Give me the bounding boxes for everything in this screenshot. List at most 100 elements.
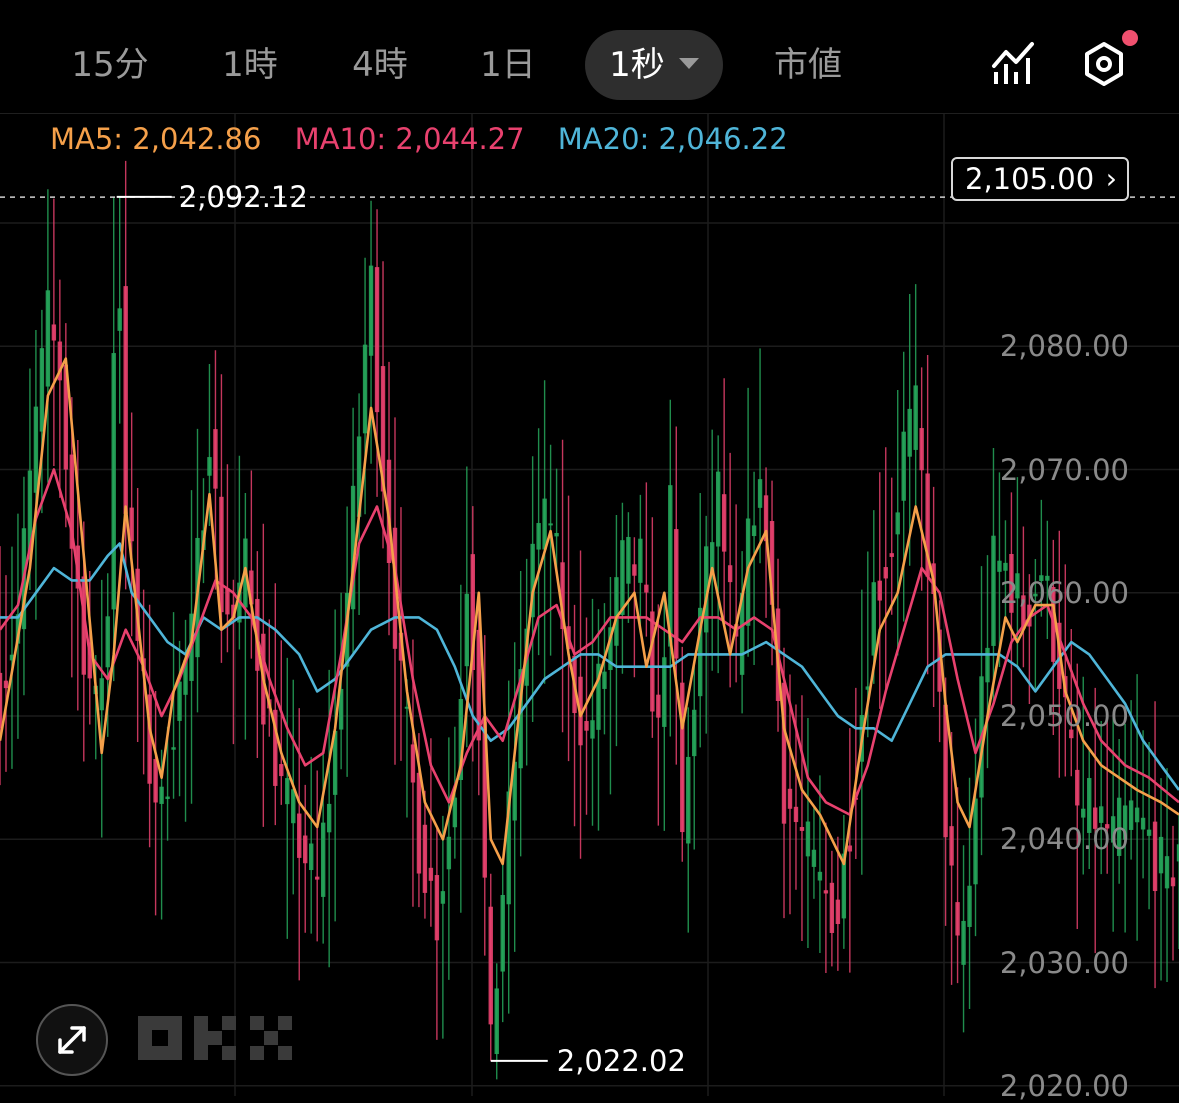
- candle-body: [309, 843, 314, 871]
- tab-1hour[interactable]: 1時: [200, 30, 300, 100]
- indicator-chart-icon[interactable]: [990, 40, 1038, 88]
- candle-body: [949, 826, 954, 866]
- timeframe-toolbar: 15分 1時 4時 1日 1秒 市値: [0, 0, 1179, 114]
- candle-body: [39, 348, 45, 432]
- candle-body: [494, 988, 499, 1055]
- candle-body: [883, 567, 888, 579]
- candle-body: [1152, 821, 1158, 892]
- candle-body: [877, 580, 882, 601]
- candle-body: [727, 565, 733, 583]
- expand-button[interactable]: [36, 1004, 108, 1076]
- candle-body: [213, 429, 218, 489]
- candle-body: [1128, 800, 1134, 830]
- candle-body: [991, 535, 996, 646]
- candle-body: [554, 532, 559, 537]
- candle-body: [159, 786, 164, 804]
- candle-body: [823, 890, 829, 894]
- candle-body: [488, 906, 493, 1025]
- current-price-value: 2,105.00: [965, 162, 1095, 196]
- candle-body: [811, 849, 817, 867]
- candle-body: [985, 647, 990, 683]
- y-tick-label: 2,020.00: [999, 1068, 1129, 1103]
- ma5-line: [0, 357, 1179, 866]
- candle-body: [715, 471, 721, 547]
- candle-body: [751, 525, 757, 537]
- y-tick-label: 2,070.00: [999, 452, 1129, 487]
- candle-body: [1098, 806, 1104, 823]
- candle-body: [638, 538, 643, 583]
- candle-body: [303, 835, 308, 864]
- notification-dot: [1122, 30, 1138, 46]
- max-price-label: 2,092.12: [178, 179, 308, 214]
- candle-body: [967, 885, 972, 927]
- y-tick-label: 2,040.00: [999, 822, 1129, 857]
- candle-body: [644, 584, 649, 593]
- candle-body: [279, 764, 284, 777]
- candle-body: [99, 678, 104, 711]
- candle-body: [452, 797, 458, 828]
- candle-body: [656, 694, 661, 718]
- candle-body: [0, 672, 3, 729]
- candle-body: [171, 747, 176, 750]
- candle-body: [410, 744, 416, 783]
- candle-body: [632, 564, 637, 576]
- candle-body: [584, 721, 589, 731]
- expand-arrows-icon: [58, 1026, 86, 1054]
- candle-body: [895, 512, 900, 535]
- chevron-right-icon: ›: [1105, 162, 1117, 195]
- candle-body: [1164, 856, 1170, 889]
- candle-body: [368, 265, 374, 356]
- candle-body: [961, 920, 966, 965]
- tab-1day[interactable]: 1日: [458, 30, 558, 100]
- candle-body: [620, 540, 625, 615]
- candle-body: [1140, 817, 1146, 830]
- candle-body: [817, 871, 823, 881]
- candle-body: [614, 577, 619, 646]
- candle-body: [889, 553, 894, 557]
- candle-body: [416, 772, 422, 874]
- candle-body: [787, 788, 793, 809]
- candle-body: [835, 899, 841, 925]
- candle-body: [997, 560, 1002, 572]
- candle-body: [45, 290, 51, 387]
- y-tick-label: 2,030.00: [999, 945, 1129, 980]
- candle-body: [1134, 807, 1140, 823]
- current-price-tag[interactable]: 2,105.00 ›: [951, 157, 1129, 201]
- candle-body: [692, 709, 697, 757]
- candle-body: [225, 588, 230, 615]
- caret-down-icon: [678, 58, 699, 69]
- candles: [0, 160, 1179, 1080]
- y-tick-label: 2,050.00: [999, 699, 1129, 734]
- candle-body: [314, 876, 320, 880]
- tab-4hour[interactable]: 4時: [330, 30, 430, 100]
- candle-body: [51, 324, 57, 341]
- ma-lines: [0, 357, 1179, 866]
- candle-body: [955, 902, 960, 936]
- tab-1sec-label: 1秒: [609, 45, 665, 85]
- candle-body: [1158, 836, 1164, 874]
- candle-body: [422, 824, 428, 893]
- candle-body: [602, 671, 607, 689]
- candle-body: [901, 431, 906, 501]
- candle-body: [799, 827, 805, 831]
- candle-body: [536, 523, 541, 550]
- tab-1sec[interactable]: 1秒: [585, 30, 723, 100]
- hexagon-settings-icon[interactable]: [1080, 40, 1128, 88]
- candle-body: [165, 796, 170, 800]
- candle-body: [650, 611, 655, 712]
- candle-body: [1003, 562, 1008, 571]
- tab-15min[interactable]: 15分: [58, 30, 162, 100]
- candle-body: [680, 682, 685, 833]
- candle-body: [1081, 808, 1086, 818]
- candle-body: [219, 496, 224, 613]
- tab-market-value[interactable]: 市値: [755, 30, 861, 100]
- candle-body: [919, 428, 924, 471]
- candle-body: [33, 406, 39, 493]
- candle-body: [3, 680, 9, 689]
- okx-logo: [138, 1016, 292, 1060]
- ma10-legend: MA10: 2,044.27: [294, 122, 525, 156]
- candle-body: [320, 822, 326, 897]
- y-tick-label: 2,060.00: [999, 575, 1129, 610]
- candle-body: [464, 593, 470, 667]
- candle-body: [440, 891, 446, 904]
